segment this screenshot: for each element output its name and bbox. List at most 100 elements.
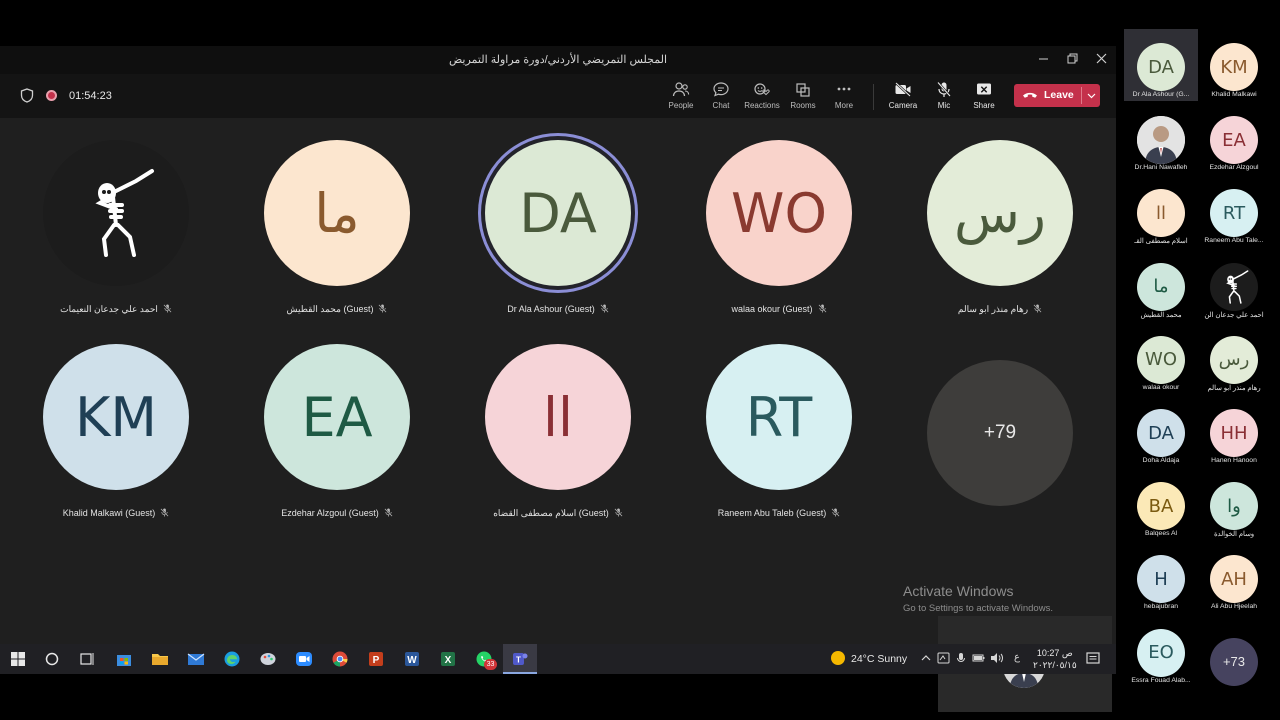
participant-name-text: Dr Ala Ashour (Guest) [507, 304, 595, 314]
avatar-initials: EA [301, 385, 373, 449]
sidebar-avatar-initials: HH [1220, 422, 1248, 444]
zoom-icon[interactable] [295, 650, 313, 668]
microphone-tray-icon[interactable] [955, 652, 967, 664]
sidebar-avatar: RT [1210, 189, 1258, 238]
participant-tile[interactable]: DA Dr Ala Ashour (Guest) [478, 140, 638, 320]
mic-button[interactable]: Mic [924, 81, 964, 110]
sidebar-overflow-tile[interactable]: +73 [1197, 615, 1271, 687]
participant-tile[interactable]: ما محمد القطيش (Guest) [257, 140, 417, 320]
powerpoint-icon[interactable]: P [367, 650, 385, 668]
mic-muted-icon [163, 304, 172, 313]
more-button[interactable]: More [824, 81, 864, 110]
rooms-button[interactable]: Rooms [783, 81, 823, 110]
taskbar-clock[interactable]: 10:27 ص ٢٠٢٢/٠٥/١٥ [1033, 647, 1077, 671]
participant-tile[interactable]: اا اسلام مصطفى القضاه (Guest) [478, 344, 638, 524]
sidebar-participant-tile[interactable]: RT Raneem Abu Tale... [1197, 175, 1271, 247]
sidebar-participant-tile[interactable]: DA Dr Ala Ashour (G... [1124, 29, 1198, 101]
sidebar-avatar-initials: اا [1155, 202, 1166, 224]
reactions-label: Reactions [744, 101, 780, 110]
participant-tile[interactable]: احمد علي جدعان النعيمات [36, 140, 196, 320]
toolbar-divider [873, 84, 874, 110]
leave-button[interactable]: Leave [1014, 84, 1100, 107]
participant-avatar: EA [264, 344, 410, 490]
participant-tile[interactable]: RT Raneem Abu Taleb (Guest) [699, 344, 859, 524]
participant-tile[interactable]: KM Khalid Malkawi (Guest) [36, 344, 196, 524]
reactions-icon [754, 83, 770, 96]
overflow-count[interactable]: +79 [927, 360, 1073, 506]
excel-icon[interactable]: X [439, 650, 457, 668]
store-icon[interactable] [115, 650, 133, 668]
meeting-timer: 01:54:23 [69, 90, 112, 102]
notifications-icon[interactable] [1086, 651, 1100, 665]
windows-start-icon[interactable] [9, 650, 27, 668]
participant-name-text: Raneem Abu Taleb (Guest) [717, 508, 827, 518]
teams-icon[interactable]: T [511, 650, 529, 668]
sidebar-participant-name: Ezdehar Alzgoul [1209, 164, 1259, 172]
participant-tile[interactable]: WO walaa okour (Guest) [699, 140, 859, 320]
sidebar-participant-tile[interactable]: DA Doha Aldaja [1124, 395, 1198, 467]
participant-name-text: Khalid Malkawi (Guest) [62, 508, 156, 518]
mic-muted-icon [600, 304, 609, 313]
svg-text:P: P [373, 655, 380, 666]
sidebar-avatar-initials: رس [1218, 349, 1250, 371]
sidebar-participant-tile[interactable]: AH Ali Abu Hjeelah [1197, 541, 1271, 613]
sidebar-participant-tile[interactable]: BA Balqees Al [1124, 468, 1198, 540]
edge-icon[interactable] [223, 650, 241, 668]
overflow-participants-tile[interactable]: +79 [920, 360, 1080, 540]
windows-taskbar: P W X 33 T 24°C Sunny ع 10:27 ص ٢٠٢٢/٠٥/… [0, 644, 1116, 674]
mic-muted-icon [831, 508, 840, 517]
sidebar-participant-name: Dr.Hani Nawafleh [1134, 164, 1188, 172]
activate-windows-watermark: Activate Windows [903, 583, 1014, 599]
sidebar-participant-tile[interactable]: WO walaa okour [1124, 322, 1198, 394]
people-icon [672, 82, 690, 97]
participant-avatar: DA [485, 140, 631, 286]
clock-date: ٢٠٢٢/٠٥/١٥ [1033, 660, 1077, 670]
chevron-up-icon[interactable] [921, 654, 931, 662]
participant-tile[interactable]: رس رهام منذر ابو سالم [920, 140, 1080, 320]
avatar-initials: اا [542, 385, 573, 449]
sidebar-participant-tile[interactable]: KM Khalid Malkawi [1197, 29, 1271, 101]
volume-icon[interactable] [990, 652, 1004, 664]
sidebar-participant-name: Ali Abu Hjeelah [1210, 603, 1258, 611]
share-label: Share [973, 101, 995, 110]
chevron-down-icon[interactable] [1085, 88, 1097, 102]
chrome-icon[interactable] [331, 650, 349, 668]
sidebar-participant-tile[interactable]: EO Essra Fouad Alab... [1124, 615, 1198, 687]
shield-icon[interactable] [20, 88, 34, 103]
task-view-icon[interactable] [78, 650, 96, 668]
share-button[interactable]: Share [964, 81, 1004, 110]
rooms-icon [796, 83, 810, 97]
sidebar-participant-tile[interactable]: ما محمد القطيش [1124, 249, 1198, 321]
close-window-button[interactable] [1086, 50, 1116, 70]
participant-name-text: Ezdehar Alzgoul (Guest) [281, 508, 379, 518]
sidebar-avatar: وا [1210, 482, 1258, 531]
minimize-button[interactable] [1028, 50, 1058, 70]
sidebar-participant-tile[interactable]: Dr.Hani Nawafleh [1124, 102, 1198, 174]
people-button[interactable]: People [661, 81, 701, 110]
sidebar-avatar: H [1137, 555, 1185, 604]
sidebar-participant-tile[interactable]: Hhebajubran [1124, 541, 1198, 613]
sidebar-participant-tile[interactable]: EA Ezdehar Alzgoul [1197, 102, 1271, 174]
file-explorer-icon[interactable] [151, 650, 169, 668]
sidebar-participant-tile[interactable]: احمد علي جدعان الن [1197, 249, 1271, 321]
input-language-indicator[interactable]: ع [1014, 652, 1020, 663]
sidebar-participant-tile[interactable]: HH Hanen Hanoon [1197, 395, 1271, 467]
weather-widget[interactable]: 24°C Sunny [831, 651, 907, 665]
chat-button[interactable]: Chat [701, 81, 741, 110]
mail-icon[interactable] [187, 650, 205, 668]
tray-app-icon[interactable] [937, 652, 950, 664]
sidebar-participant-tile[interactable]: رس رهام منذر ابو سالم [1197, 322, 1271, 394]
camera-button[interactable]: Camera [883, 81, 923, 110]
window-title: المجلس التمريضي الأردني/دورة مراولة التم… [448, 54, 668, 66]
participant-tile[interactable]: EA Ezdehar Alzgoul (Guest) [257, 344, 417, 524]
sidebar-participant-tile[interactable]: وا وسام الخوالدة [1197, 468, 1271, 540]
battery-icon[interactable] [972, 652, 986, 664]
paint-icon[interactable] [259, 650, 277, 668]
sidebar-participant-tile[interactable]: اا اسلام مصطفى القـ [1124, 175, 1198, 247]
reactions-button[interactable]: Reactions [742, 81, 782, 110]
mic-label: Mic [937, 101, 951, 110]
word-icon[interactable]: W [403, 650, 421, 668]
restore-button[interactable] [1057, 50, 1087, 70]
participant-name-text: محمد القطيش (Guest) [286, 304, 374, 314]
search-icon[interactable] [43, 650, 61, 668]
